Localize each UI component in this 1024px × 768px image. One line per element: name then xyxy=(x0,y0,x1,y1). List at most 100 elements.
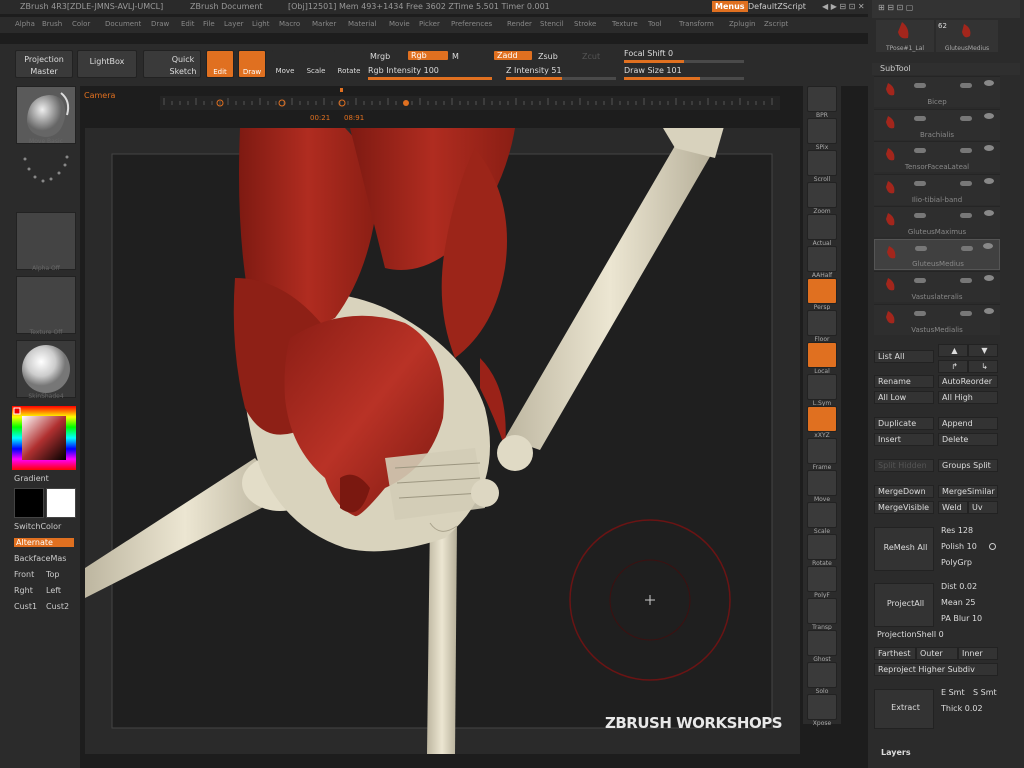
menu-macro[interactable]: Macro xyxy=(279,20,300,28)
res-slider[interactable]: Res 128 xyxy=(938,525,998,538)
menu-light[interactable]: Light xyxy=(252,20,269,28)
ghost-button[interactable] xyxy=(807,630,837,656)
mrgb-toggle[interactable]: Mrgb xyxy=(370,52,390,61)
rotate-button[interactable]: Rotate xyxy=(334,50,364,78)
reproject-button[interactable]: Reproject Higher Subdiv xyxy=(874,663,998,676)
subtool-toggle[interactable] xyxy=(915,245,927,251)
inner-button[interactable]: Inner xyxy=(958,647,998,660)
eye-icon[interactable] xyxy=(984,145,994,151)
z-intensity-track[interactable] xyxy=(506,77,616,80)
menu-zplugin[interactable]: Zplugin xyxy=(729,20,755,28)
menu-picker[interactable]: Picker xyxy=(419,20,440,28)
subtool-toggle[interactable] xyxy=(960,83,972,88)
zcut-toggle[interactable]: Zcut xyxy=(582,52,600,61)
subtool-toggle[interactable] xyxy=(960,180,972,186)
bpr-button[interactable] xyxy=(807,86,837,112)
polygrp-button[interactable]: PolyGrp xyxy=(938,557,998,570)
move-button[interactable] xyxy=(807,470,837,496)
duplicate-button[interactable]: Duplicate xyxy=(874,417,934,430)
rgb-toggle[interactable]: Rgb xyxy=(408,51,448,60)
focal-shift-slider[interactable]: Focal Shift 0 xyxy=(624,49,673,58)
split-hidden-button[interactable]: Split Hidden xyxy=(874,459,934,472)
stroke-thumbnail[interactable] xyxy=(16,148,76,206)
window-controls-icon[interactable]: ◀ ▶ ⊟ ⊡ ✕ xyxy=(822,2,865,11)
right-view-button[interactable]: Rght xyxy=(14,586,33,595)
all-high-button[interactable]: All High xyxy=(938,391,998,404)
custom-view-2-button[interactable]: Cust2 xyxy=(46,602,69,611)
menu-brush[interactable]: Brush xyxy=(42,20,62,28)
pa-blur-slider[interactable]: PA Blur 10 xyxy=(938,613,998,626)
subtool-toggle[interactable] xyxy=(960,213,972,218)
aahalf-button[interactable] xyxy=(807,246,837,272)
arrow-up-icon[interactable]: ▲ xyxy=(938,344,968,357)
transp-button[interactable] xyxy=(807,598,837,624)
menu-marker[interactable]: Marker xyxy=(312,20,336,28)
draw-button[interactable]: Draw xyxy=(238,50,266,78)
subtool-header[interactable]: SubTool xyxy=(872,63,1020,75)
layers-section[interactable]: Layers xyxy=(878,747,938,760)
menu-texture[interactable]: Texture xyxy=(612,20,638,28)
subtool-toggle[interactable] xyxy=(960,148,972,153)
draw-size-slider[interactable]: Draw Size 101 xyxy=(624,66,682,75)
panel-header-icons[interactable]: ⊞ ⊟ ⊡ ▢ xyxy=(878,3,913,12)
subtool-item[interactable]: Brachialis xyxy=(874,108,1000,140)
color-picker[interactable] xyxy=(12,406,76,470)
projection-shell-slider[interactable]: ProjectionShell 0 xyxy=(874,629,974,642)
eye-icon[interactable] xyxy=(984,210,994,216)
menu-file[interactable]: File xyxy=(203,20,215,28)
solo-button[interactable] xyxy=(807,662,837,688)
left-view-button[interactable]: Left xyxy=(46,586,61,595)
merge-visible-button[interactable]: MergeVisible xyxy=(874,501,934,514)
xpose-button[interactable] xyxy=(807,694,837,720)
menu-alpha[interactable]: Alpha xyxy=(15,20,35,28)
m-toggle[interactable]: M xyxy=(452,52,459,61)
menu-preferences[interactable]: Preferences xyxy=(451,20,492,28)
merge-similar-button[interactable]: MergeSimilar xyxy=(938,485,998,498)
secondary-color-swatch[interactable] xyxy=(46,488,76,518)
menu-document[interactable]: Document xyxy=(105,20,141,28)
scale-button[interactable] xyxy=(807,502,837,528)
menu-transform[interactable]: Transform xyxy=(679,20,714,28)
actual-button[interactable] xyxy=(807,214,837,240)
eye-icon[interactable] xyxy=(984,177,994,184)
timeline-track[interactable] xyxy=(80,88,800,124)
l-sym-button[interactable] xyxy=(807,374,837,400)
subtool-toggle[interactable] xyxy=(960,115,972,121)
polish-slider[interactable]: Polish 10 xyxy=(938,541,988,554)
subtool-toggle[interactable] xyxy=(914,83,926,88)
e-smt-slider[interactable]: E Smt xyxy=(938,687,968,700)
spix-button[interactable] xyxy=(807,118,837,144)
focal-shift-track[interactable] xyxy=(624,60,744,63)
scroll-button[interactable] xyxy=(807,150,837,176)
rename-button[interactable]: Rename xyxy=(874,375,934,388)
uv-button[interactable]: Uv xyxy=(968,501,998,514)
extract-button[interactable]: Extract xyxy=(874,689,934,729)
menu-stencil[interactable]: Stencil xyxy=(540,20,564,28)
eye-icon[interactable] xyxy=(984,80,994,86)
menu-render[interactable]: Render xyxy=(507,20,532,28)
projection-master-button[interactable]: Projection Master xyxy=(15,50,73,78)
dist-slider[interactable]: Dist 0.02 xyxy=(938,581,998,594)
menus-button[interactable]: Menus xyxy=(712,1,748,12)
groups-split-button[interactable]: Groups Split xyxy=(938,459,998,472)
canvas-viewport[interactable]: ZBRUSH WORKSHOPS xyxy=(85,128,800,754)
rotate-button[interactable] xyxy=(807,534,837,560)
append-button[interactable]: Append xyxy=(938,417,998,430)
frame-button[interactable] xyxy=(807,438,837,464)
top-view-button[interactable]: Top xyxy=(46,570,60,579)
local-button[interactable] xyxy=(807,342,837,368)
switch-color-button[interactable]: SwitchColor xyxy=(14,522,61,531)
polyf-button[interactable] xyxy=(807,566,837,592)
s-smt-slider[interactable]: S Smt xyxy=(970,687,1000,700)
gradient-label[interactable]: Gradient xyxy=(14,474,49,483)
material-thumbnail[interactable] xyxy=(16,340,76,398)
menu-draw[interactable]: Draw xyxy=(151,20,169,28)
subtool-toggle[interactable] xyxy=(960,310,972,316)
subtool-toggle[interactable] xyxy=(914,310,926,316)
subtool-item[interactable]: GluteusMaximus xyxy=(874,206,1000,237)
subtool-item[interactable]: Vastuslateralis xyxy=(874,271,1000,302)
subtool-item[interactable]: Bicep xyxy=(874,76,1000,107)
farthest-button[interactable]: Farthest xyxy=(874,647,916,660)
alternate-button[interactable]: Alternate xyxy=(14,538,74,547)
edit-button[interactable]: Edit xyxy=(206,50,234,78)
